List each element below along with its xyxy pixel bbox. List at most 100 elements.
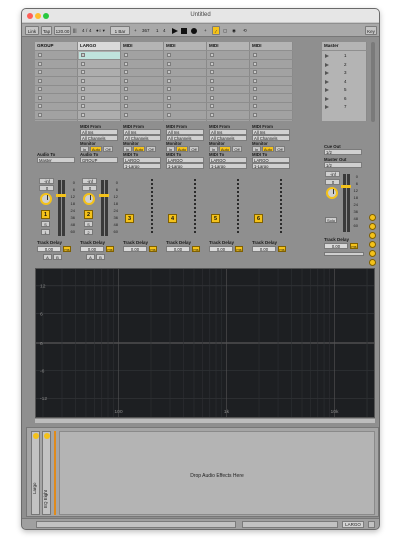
clip-slot-stop-icon[interactable]	[253, 70, 257, 74]
scene-launch-icon[interactable]	[325, 96, 329, 101]
track-header-group[interactable]: GROUP	[35, 42, 78, 50]
scene-launch-icon[interactable]	[325, 71, 329, 75]
clip-slot-stop-icon[interactable]	[210, 70, 214, 74]
clip-slot-stop-icon[interactable]	[124, 87, 128, 91]
track-delay-ms-button[interactable]: ms	[149, 246, 157, 252]
mixer-toggle-icon[interactable]	[369, 241, 376, 248]
clip-slot-stop-icon[interactable]	[38, 61, 42, 66]
track-header-midi-5[interactable]: MIDI	[207, 42, 250, 50]
master-volume-field[interactable]: -inf	[325, 171, 340, 177]
eq-device-toggle-icon[interactable]	[44, 433, 50, 439]
clip-slot-stop-icon[interactable]	[253, 61, 257, 66]
clip-slot-stop-icon[interactable]	[167, 95, 171, 100]
clip-slot-stop-icon[interactable]	[81, 104, 85, 108]
monitor-off-button[interactable]: Off	[103, 146, 113, 152]
track-volume-field[interactable]: -inf	[39, 178, 54, 184]
highlighted-clip-slot[interactable]	[79, 52, 120, 59]
overdub-icon[interactable]: +	[204, 26, 207, 35]
clip-slot-stop-icon[interactable]	[210, 112, 214, 117]
crossfade-b-button[interactable]: B	[96, 254, 105, 260]
plot-scrollbar[interactable]	[35, 419, 375, 423]
clip-slot-stop-icon[interactable]	[124, 61, 128, 66]
clip-slot-stop-icon[interactable]	[81, 61, 85, 66]
eq-spectrum-plot[interactable]: 12 6 0 -6 -12 100 1k 10k	[35, 268, 375, 418]
cue-out-select[interactable]: 1/2	[324, 149, 362, 155]
tempo-field[interactable]: 120.00	[54, 26, 71, 35]
clip-slot-stop-icon[interactable]	[167, 87, 171, 91]
master-track-delay-value[interactable]: 0.00	[324, 243, 348, 249]
monitor-off-button[interactable]: Off	[275, 146, 285, 152]
clip-slot-stop-icon[interactable]	[253, 53, 257, 57]
io-toggle-icon[interactable]	[369, 214, 376, 221]
meter-denominator[interactable]: 4	[89, 26, 92, 35]
loop-icon[interactable]: ⟲	[243, 26, 247, 35]
scene-launch-icon[interactable]	[325, 54, 329, 58]
clip-slot-stop-icon[interactable]	[38, 87, 42, 91]
clip-slot-stop-icon[interactable]	[124, 104, 128, 108]
clip-slot-stop-icon[interactable]	[253, 112, 257, 117]
track-delay-ms-button[interactable]: ms	[278, 246, 286, 252]
chain-strip-eq-eight[interactable]: EQ Eight	[42, 431, 51, 515]
track-pan-knob[interactable]	[40, 193, 52, 205]
track-delay-value[interactable]: 0.00	[166, 246, 190, 252]
meter-numerator[interactable]: 4	[82, 26, 85, 35]
track-peak-field[interactable]: 0	[82, 185, 97, 191]
group-audio-to-select[interactable]: Master	[37, 157, 75, 163]
record-icon[interactable]	[191, 28, 197, 34]
clip-slot-stop-icon[interactable]	[167, 61, 171, 66]
clip-slot-stop-icon[interactable]	[253, 104, 257, 108]
track-peak-field[interactable]: 0	[39, 185, 54, 191]
position-bars[interactable]: 367	[142, 26, 150, 35]
automation-arm-icon[interactable]: ⁄	[212, 26, 220, 35]
master-ms-button[interactable]: ms	[350, 243, 358, 249]
monitor-off-button[interactable]: Off	[232, 146, 242, 152]
crossfade-a-button[interactable]: A	[43, 254, 52, 260]
midi-to-instrument-select[interactable]: 1-Largo	[166, 163, 204, 169]
solo-s-button[interactable]: S	[41, 221, 50, 227]
midi-to-instrument-select[interactable]: 1-Largo	[252, 163, 290, 169]
tap-button[interactable]: Tap	[41, 26, 52, 35]
monitor-off-button[interactable]: Off	[146, 146, 156, 152]
clip-slot-stop-icon[interactable]	[210, 104, 214, 108]
clip-slot-stop-icon[interactable]	[38, 53, 42, 57]
clip-slot-stop-icon[interactable]	[38, 104, 42, 108]
track-delay-ms-button[interactable]: ms	[192, 246, 200, 252]
status-message-field[interactable]	[36, 521, 236, 528]
largo-device-toggle-icon[interactable]	[33, 433, 39, 439]
link-button[interactable]: Link	[25, 26, 39, 35]
crossfade-a-button[interactable]: A	[86, 254, 95, 260]
sends-toggle-icon[interactable]	[369, 223, 376, 230]
clip-slot-stop-icon[interactable]	[253, 78, 257, 83]
solo-s-button[interactable]: S	[84, 221, 93, 227]
clip-slot-stop-icon[interactable]	[81, 70, 85, 74]
arm-button[interactable]: 2	[84, 229, 93, 235]
track-header-midi-3[interactable]: MIDI	[121, 42, 164, 50]
metronome-icon[interactable]: |||	[73, 26, 77, 35]
follow-icon[interactable]: +	[134, 26, 137, 35]
track-activator-button[interactable]: 4	[168, 214, 177, 223]
clip-slot-stop-icon[interactable]	[253, 87, 257, 91]
status-view-toggle-icon[interactable]	[368, 521, 375, 528]
clip-slot-stop-icon[interactable]	[124, 70, 128, 74]
track-delay-ms-button[interactable]: ms	[106, 246, 114, 252]
track-delay-ms-button[interactable]: ms	[63, 246, 71, 252]
key-map-button[interactable]: Key	[365, 26, 377, 35]
status-secondary-field[interactable]	[242, 521, 338, 528]
crossfade-b-button[interactable]: B	[53, 254, 62, 260]
delay-toggle-icon[interactable]	[369, 259, 376, 266]
track-header-midi-6[interactable]: MIDI	[250, 42, 293, 50]
quantize-select[interactable]: 1 Bar	[110, 26, 130, 35]
monitor-off-button[interactable]: Off	[189, 146, 199, 152]
clip-slot-stop-icon[interactable]	[210, 61, 214, 66]
master-out-select[interactable]: 1/2	[324, 162, 362, 168]
scene-row[interactable]: 4	[322, 79, 367, 86]
track-header-midi-4[interactable]: MIDI	[164, 42, 207, 50]
drop-zone[interactable]: Drop Audio Effects Here	[59, 431, 375, 515]
clip-slot-stop-icon[interactable]	[167, 70, 171, 74]
track-header-largo[interactable]: LARGO	[78, 42, 121, 50]
scene-row[interactable]: 2	[322, 62, 367, 69]
scene-launch-icon[interactable]	[325, 105, 329, 109]
master-header[interactable]: Master	[322, 42, 367, 50]
clip-slot-stop-icon[interactable]	[210, 78, 214, 83]
position-sixteenths[interactable]: 4	[163, 26, 166, 35]
